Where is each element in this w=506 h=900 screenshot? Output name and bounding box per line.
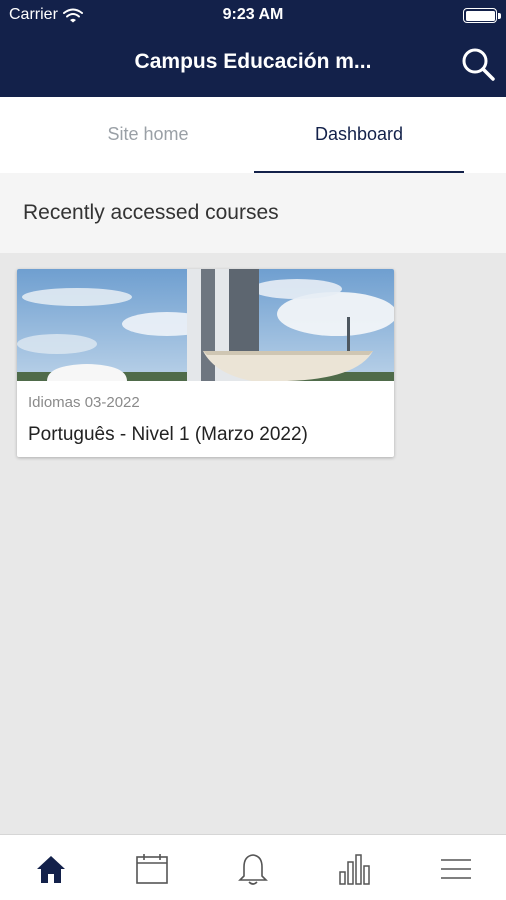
battery-icon	[463, 8, 501, 23]
tab-dashboard[interactable]: Dashboard	[254, 97, 464, 173]
calendar-icon	[136, 854, 168, 884]
nav-notifications[interactable]	[233, 849, 273, 889]
course-category: Idiomas 03-2022	[28, 394, 140, 411]
bottom-nav	[0, 834, 506, 900]
section-header: Recently accessed courses	[0, 173, 506, 253]
nav-grades[interactable]	[334, 849, 374, 889]
bell-icon	[238, 854, 268, 885]
course-name: Português - Nivel 1 (Marzo 2022)	[28, 424, 308, 445]
page-title: Campus Educación m...	[134, 50, 372, 73]
nav-home[interactable]	[31, 849, 71, 889]
search-icon[interactable]	[460, 46, 496, 82]
menu-icon	[441, 859, 471, 879]
status-time: 9:23 AM	[222, 6, 284, 23]
home-icon	[37, 856, 65, 883]
app-header: Campus Educación m...	[0, 30, 506, 97]
tab-bar: Site home Dashboard	[0, 97, 506, 173]
course-image	[17, 269, 394, 381]
section-title: Recently accessed courses	[23, 201, 279, 224]
nav-menu[interactable]	[436, 849, 476, 889]
chart-icon	[339, 854, 370, 885]
nav-calendar[interactable]	[132, 849, 172, 889]
course-card[interactable]: Idiomas 03-2022 Português - Nivel 1 (Mar…	[17, 269, 394, 457]
status-bar: Carrier 9:23 AM	[0, 0, 506, 30]
tab-site-home[interactable]: Site home	[42, 97, 254, 173]
